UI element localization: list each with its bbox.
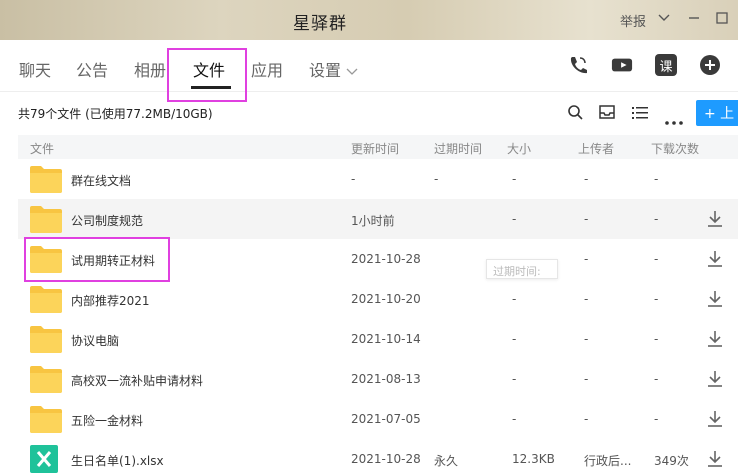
header-expire[interactable]: 过期时间 — [434, 140, 482, 157]
file-row[interactable]: 五险一金材料 2021-07-05 - - - — [18, 399, 738, 439]
lesson-icon[interactable]: 课 — [655, 54, 677, 76]
file-name[interactable]: 协议电脑 — [71, 332, 119, 349]
cell-expire: - — [434, 172, 439, 186]
header-uploader[interactable]: 上传者 — [578, 140, 614, 157]
cell-expire: 永久 — [434, 454, 459, 468]
cell-downloads: 349次 — [654, 454, 689, 468]
file-name[interactable]: 公司制度规范 — [71, 212, 143, 229]
tab-settings[interactable]: 设置 — [309, 57, 341, 81]
tab-chat[interactable]: 聊天 — [19, 57, 51, 81]
cell-downloads: - — [654, 292, 659, 306]
header-name[interactable]: 文件 — [30, 140, 54, 157]
chevron-down-icon[interactable] — [654, 8, 674, 28]
chevron-down-icon[interactable] — [346, 61, 358, 80]
cell-updated: 2021-10-28 — [351, 452, 421, 466]
cell-downloads: - — [654, 212, 659, 226]
cell-uploader: - — [584, 372, 589, 386]
cell-size: - — [512, 212, 517, 226]
file-name[interactable]: 高校双一流补贴申请材料 — [71, 372, 203, 389]
minimize-icon[interactable] — [684, 8, 704, 28]
report-link[interactable]: 举报 — [620, 11, 646, 30]
tooltip: 过期时间: — [486, 259, 558, 279]
header-updated[interactable]: 更新时间 — [351, 140, 399, 157]
folder-icon — [30, 365, 62, 393]
download-icon[interactable] — [707, 450, 723, 468]
more-icon[interactable] — [665, 110, 683, 129]
highlight-box-row — [24, 237, 170, 282]
file-row[interactable]: 群在线文档 - - - - - — [18, 159, 738, 199]
folder-icon — [30, 285, 62, 313]
file-row[interactable]: 生日名单(1).xlsx 2021-10-28 永久 12.3KB 行政后... 349次 — [18, 439, 738, 476]
cell-uploader: - — [584, 252, 589, 266]
file-name[interactable]: 生日名单(1).xlsx — [71, 452, 164, 469]
folder-icon — [30, 165, 62, 193]
file-name[interactable]: 五险一金材料 — [71, 412, 143, 429]
cell-uploader: - — [584, 332, 589, 346]
folder-icon — [30, 205, 62, 233]
cell-size: - — [512, 292, 517, 306]
cell-updated: 2021-10-14 — [351, 332, 421, 346]
cell-updated: 2021-08-13 — [351, 372, 421, 386]
file-row[interactable]: 公司制度规范 1小时前 - - - — [18, 199, 738, 239]
table-header: 文件 更新时间 过期时间 大小 上传者 下载次数 — [18, 135, 738, 159]
download-icon[interactable] — [707, 330, 723, 348]
upload-button[interactable]: + 上 — [696, 100, 738, 126]
list-view-icon[interactable] — [632, 105, 648, 124]
cell-updated: 2021-07-05 — [351, 412, 421, 426]
excel-file-icon — [30, 445, 62, 473]
tab-apps[interactable]: 应用 — [251, 57, 283, 81]
cell-updated: - — [351, 172, 356, 186]
cell-size: 12.3KB — [512, 452, 555, 466]
cell-size: - — [512, 332, 517, 346]
cell-size: - — [512, 412, 517, 426]
folder-icon — [30, 325, 62, 353]
cell-downloads: - — [654, 252, 659, 266]
download-icon[interactable] — [707, 290, 723, 308]
file-row[interactable]: 高校双一流补贴申请材料 2021-08-13 - - - — [18, 359, 738, 399]
cell-downloads: - — [654, 372, 659, 386]
add-circle-icon[interactable] — [699, 54, 721, 76]
window-title: 星驿群 — [293, 14, 347, 34]
file-row[interactable]: 内部推荐2021 2021-10-20 - - - — [18, 279, 738, 319]
cell-uploader: - — [584, 412, 589, 426]
cell-uploader: - — [584, 172, 589, 186]
cell-uploader: - — [584, 292, 589, 306]
storage-summary: 共79个文件 (已使用77.2MB/10GB) — [18, 107, 213, 121]
download-icon[interactable] — [707, 410, 723, 428]
phone-icon[interactable] — [567, 54, 589, 76]
tab-album[interactable]: 相册 — [134, 57, 166, 81]
header-size[interactable]: 大小 — [507, 140, 531, 157]
cell-downloads: - — [654, 172, 659, 186]
folder-icon — [30, 405, 62, 433]
file-name[interactable]: 内部推荐2021 — [71, 292, 150, 309]
cell-uploader: 行政后... — [584, 454, 632, 468]
cell-downloads: - — [654, 412, 659, 426]
title-bar: 星驿群 举报 — [0, 0, 738, 40]
cell-downloads: - — [654, 332, 659, 346]
maximize-icon[interactable] — [712, 8, 732, 28]
download-icon[interactable] — [707, 370, 723, 388]
files-info-row: 共79个文件 (已使用77.2MB/10GB) — [0, 93, 738, 133]
search-icon[interactable] — [567, 104, 583, 124]
cell-size: - — [512, 172, 517, 186]
download-icon[interactable] — [707, 210, 723, 228]
video-icon[interactable] — [611, 54, 633, 76]
cell-updated: 1小时前 — [351, 214, 395, 228]
cell-updated: 2021-10-20 — [351, 292, 421, 306]
tab-announcement[interactable]: 公告 — [76, 57, 108, 81]
download-icon[interactable] — [707, 250, 723, 268]
cell-uploader: - — [584, 212, 589, 226]
cell-size: - — [512, 372, 517, 386]
cell-updated: 2021-10-28 — [351, 252, 421, 266]
file-row[interactable]: 协议电脑 2021-10-14 - - - — [18, 319, 738, 359]
file-name[interactable]: 群在线文档 — [71, 172, 131, 189]
tray-icon[interactable] — [598, 103, 616, 125]
header-downloads[interactable]: 下载次数 — [651, 140, 699, 157]
